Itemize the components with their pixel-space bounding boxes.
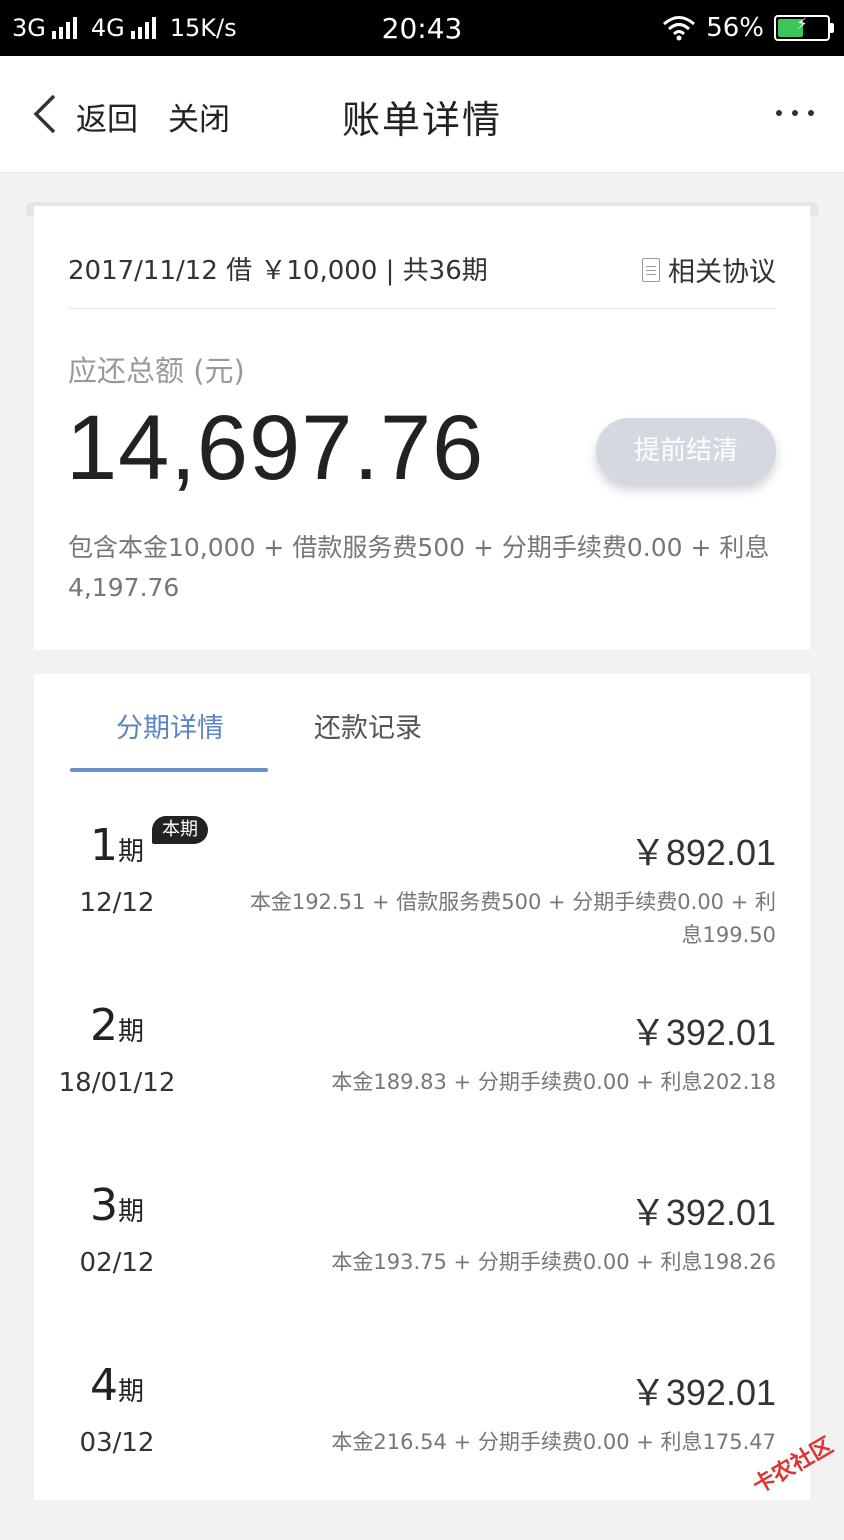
installment-amount: ￥892.01 bbox=[629, 832, 776, 873]
divider bbox=[68, 308, 776, 309]
tab-repayment-records[interactable]: 还款记录 bbox=[314, 706, 422, 745]
active-tab-indicator bbox=[70, 768, 268, 772]
agreement-label: 相关协议 bbox=[668, 257, 776, 288]
tab-installment-details[interactable]: 分期详情 bbox=[116, 706, 224, 745]
installment-row[interactable]: 4期 03/12 ￥392.01 本金216.54 + 分期手续费0.00 + … bbox=[34, 1360, 810, 1540]
installment-amount: ￥392.01 bbox=[629, 1372, 776, 1413]
period-date: 18/01/12 bbox=[58, 1068, 176, 1098]
period-date: 12/12 bbox=[79, 888, 155, 918]
installment-row[interactable]: 1期 12/12 ￥892.01 本金192.51 + 借款服务费500 + 分… bbox=[34, 820, 810, 1000]
installment-detail: 本金193.75 + 分期手续费0.00 + 利息198.26 bbox=[331, 1250, 776, 1274]
installment-amount: ￥392.01 bbox=[629, 1192, 776, 1233]
document-icon bbox=[642, 257, 660, 282]
installment-detail: 本金216.54 + 分期手续费0.00 + 利息175.47 bbox=[331, 1430, 776, 1454]
installment-schedule-card: 分期详情 还款记录 1期 12/12 ￥892.01 本金192.51 + 借款… bbox=[34, 674, 810, 1500]
installment-row[interactable]: 2期 18/01/12 ￥392.01 本金189.83 + 分期手续费0.00… bbox=[34, 1000, 810, 1180]
total-amount: 14,697.76 bbox=[66, 397, 485, 499]
battery-icon: ⚡ bbox=[774, 14, 834, 41]
installment-amount: ￥392.01 bbox=[629, 1012, 776, 1053]
bill-summary-card: 2017/11/12 借 ￥10,000 | 共36期 相关协议 应还总额 (元… bbox=[34, 206, 810, 650]
battery-percent: 56% bbox=[706, 13, 764, 43]
loan-info: 2017/11/12 借 ￥10,000 | 共36期 bbox=[68, 256, 488, 286]
installment-detail: 本金192.51 + 借款服务费500 + 分期手续费0.00 + 利息199.… bbox=[249, 890, 776, 947]
period-date: 02/12 bbox=[79, 1248, 155, 1278]
status-bar: 3G 4G 15K/s 20:43 56% ⚡ bbox=[0, 0, 844, 56]
page-title: 账单详情 bbox=[341, 98, 502, 142]
system-indicators: 56% ⚡ bbox=[662, 0, 834, 56]
amount-breakdown: 包含本金10,000 + 借款服务费500 + 分期手续费0.00 + 利息4,… bbox=[68, 533, 770, 602]
current-period-badge: 本期 bbox=[152, 816, 208, 844]
installment-row[interactable]: 3期 02/12 ￥392.01 本金193.75 + 分期手续费0.00 + … bbox=[34, 1180, 810, 1360]
wifi-icon bbox=[663, 16, 696, 41]
period-number: 4期 bbox=[89, 1360, 144, 1411]
agreement-link[interactable]: 相关协议 bbox=[642, 250, 776, 289]
prepay-button[interactable]: 提前结清 bbox=[596, 418, 776, 484]
installment-detail: 本金189.83 + 分期手续费0.00 + 利息202.18 bbox=[331, 1070, 776, 1094]
total-label: 应还总额 (元) bbox=[68, 354, 245, 388]
period-number: 3期 bbox=[89, 1180, 144, 1231]
period-date: 03/12 bbox=[79, 1428, 155, 1458]
navigation-bar: 返回 关闭 账单详情 bbox=[0, 56, 844, 173]
period-number: 2期 bbox=[89, 1000, 144, 1051]
more-options-icon[interactable] bbox=[776, 110, 814, 116]
